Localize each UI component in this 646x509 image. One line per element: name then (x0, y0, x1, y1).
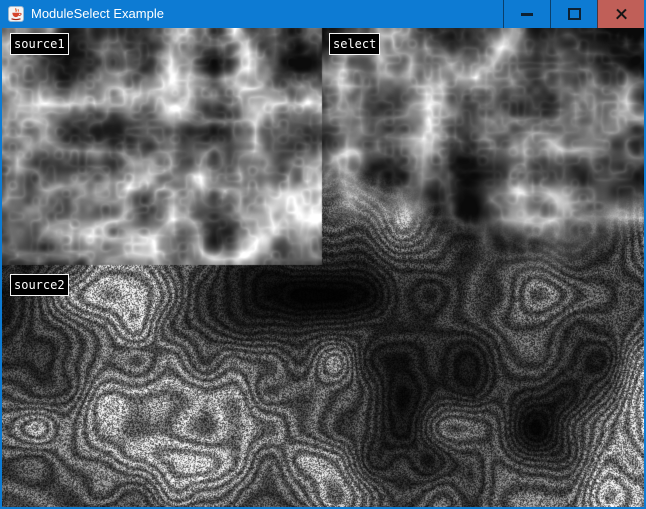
maximize-button[interactable] (550, 0, 597, 28)
label-source1: source1 (10, 33, 69, 55)
close-icon (615, 8, 628, 21)
window-title: ModuleSelect Example (31, 0, 164, 28)
label-select: select (329, 33, 380, 55)
label-source2: source2 (10, 274, 69, 296)
minimize-button[interactable] (503, 0, 550, 28)
minimize-icon (521, 13, 533, 16)
noise-canvas (2, 28, 644, 507)
app-window: ModuleSelect Example source1 select sour… (0, 0, 646, 509)
close-button[interactable] (597, 0, 644, 28)
titlebar[interactable]: ModuleSelect Example (0, 0, 646, 28)
java-coffee-cup-icon (8, 6, 24, 22)
noise-render-area: source1 select source2 (2, 28, 644, 507)
window-controls (503, 0, 644, 28)
maximize-icon (568, 8, 581, 20)
